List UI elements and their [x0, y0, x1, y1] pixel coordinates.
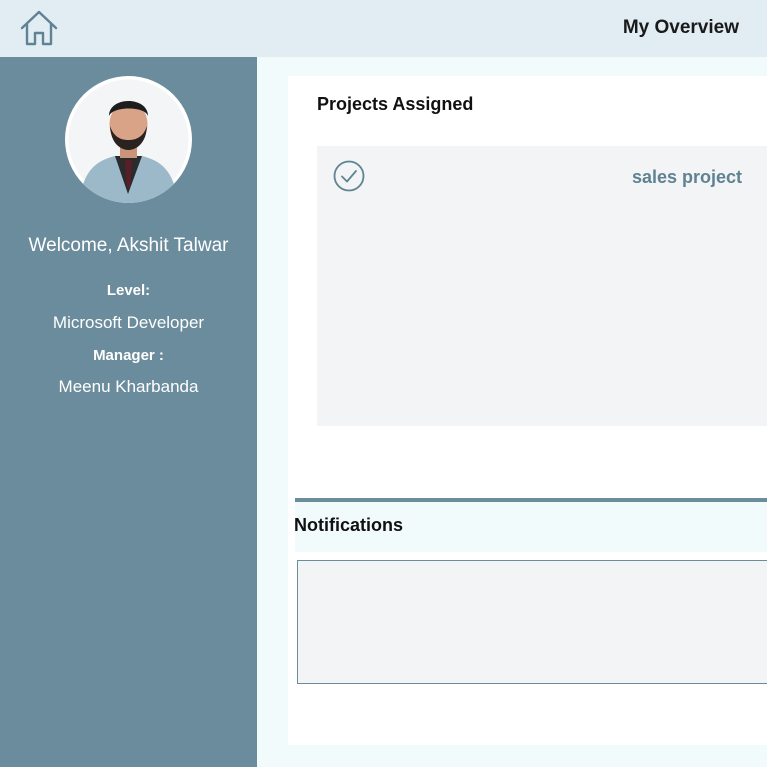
welcome-text: Welcome, Akshit Talwar [28, 235, 229, 256]
notifications-heading: Notifications [294, 515, 404, 535]
projects-list: sales project [317, 146, 767, 426]
notifications-panel [297, 560, 767, 684]
manager-value: Meenu Kharbanda [58, 377, 199, 396]
home-button[interactable] [19, 9, 59, 47]
projects-heading: Projects Assigned [317, 94, 474, 114]
main-content: Projects Assigned sales project Notifica… [257, 57, 767, 767]
top-bar: My Overview [0, 0, 767, 57]
project-name: sales project [631, 167, 742, 187]
page-title: My Overview [622, 17, 739, 38]
profile-sidebar: Welcome, Akshit Talwar Level: Microsoft … [0, 57, 257, 767]
home-icon [20, 10, 58, 46]
level-label: Level: [106, 282, 151, 299]
check-circle-icon [333, 160, 365, 192]
project-item-sales[interactable]: sales project [317, 146, 767, 206]
manager-label: Manager : [93, 347, 164, 364]
level-value: Microsoft Developer [52, 313, 205, 332]
avatar [65, 76, 192, 203]
